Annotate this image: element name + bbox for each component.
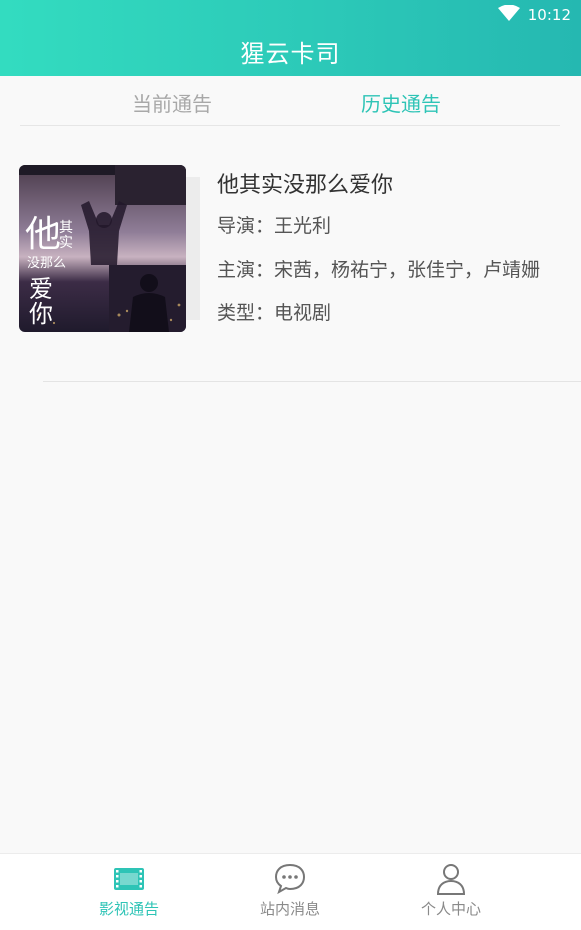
wifi-icon — [497, 4, 520, 25]
app-title: 猩云卡司 — [240, 40, 341, 68]
director-text: 导演：王光利 — [217, 215, 332, 237]
nav-label-profile: 个人中心 — [420, 900, 481, 918]
tab-history-announcements[interactable]: 历史通告 — [361, 88, 441, 117]
nav-item-movie-announcements[interactable]: 影视通告 — [69, 854, 189, 930]
announcement-tabs: 当前通告 历史通告 — [20, 76, 560, 126]
poster-shadow — [186, 177, 200, 320]
list-divider — [43, 381, 581, 382]
poster-image: 他 其实 没那么 爱你 — [19, 165, 186, 332]
nav-label-messages: 站内消息 — [259, 900, 320, 918]
app-header: 10:12 猩云卡司 — [0, 0, 581, 76]
film-icon — [109, 860, 149, 896]
genre-text: 类型：电视剧 — [217, 302, 332, 324]
nav-label-movie-announcements: 影视通告 — [98, 900, 159, 918]
clock-time: 10:12 — [527, 6, 571, 24]
announcement-card[interactable]: 他 其实 没那么 爱你 他其实没那么爱你 导演：王光利 主演：宋茜，杨祐宁，张佳… — [19, 165, 581, 335]
announcement-title: 他其实没那么爱你 — [217, 173, 394, 198]
bottom-navigation: 影视通告 站内消息 个人中心 — [0, 853, 581, 930]
cast-text: 主演：宋茜，杨祐宁，张佳宁，卢靖姗 — [217, 259, 541, 281]
chat-bubble-icon — [270, 860, 310, 896]
nav-item-profile[interactable]: 个人中心 — [391, 854, 511, 930]
person-icon — [431, 860, 471, 896]
status-bar: 10:12 — [497, 4, 571, 25]
tab-current-announcements[interactable]: 当前通告 — [132, 88, 212, 117]
nav-item-messages[interactable]: 站内消息 — [230, 854, 350, 930]
